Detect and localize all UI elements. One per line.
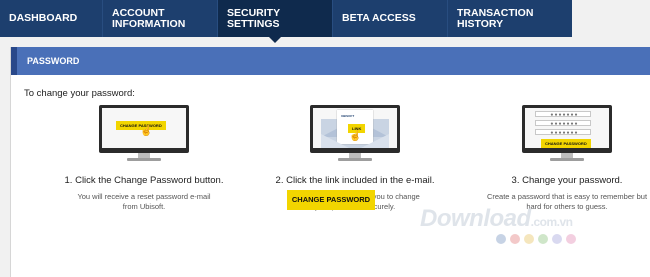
watermark-dot xyxy=(538,234,548,244)
monitor-illustration: UBISOFT LINK ☝ xyxy=(310,105,400,163)
tab-transaction-history[interactable]: TRANSACTION HISTORY xyxy=(448,0,572,37)
step-title: 2. Click the link included in the e-mail… xyxy=(275,175,435,186)
monitor-base xyxy=(550,158,584,161)
monitor-illustration: CHANGE PASSWORD ☝ xyxy=(99,105,189,163)
tab-dashboard[interactable]: DASHBOARD xyxy=(0,0,103,37)
screen-content: UBISOFT LINK ☝ xyxy=(313,108,397,148)
step-3: ●●●●●●● ●●●●●●● ●●●●●●● CHANGE PASSWORD … xyxy=(467,105,650,212)
watermark-dot xyxy=(552,234,562,244)
ubisoft-logo: UBISOFT xyxy=(341,114,355,118)
watermark-suffix: .com.vn xyxy=(530,215,573,229)
screen-content: CHANGE PASSWORD ☝ xyxy=(102,108,186,148)
illustration-password-field: ●●●●●●● xyxy=(535,129,591,136)
watermark-dots xyxy=(496,234,576,244)
step-1: CHANGE PASSWORD ☝ 1. Click the Change Pa… xyxy=(44,105,244,212)
watermark-dot xyxy=(496,234,506,244)
monitor-screen: CHANGE PASSWORD ☝ xyxy=(99,105,189,153)
tab-beta-access[interactable]: BETA ACCESS xyxy=(333,0,448,37)
tab-security-settings[interactable]: SECURITY SETTINGS xyxy=(218,0,333,43)
hand-cursor-icon: ☝ xyxy=(140,126,153,137)
tab-label: SECURITY SETTINGS xyxy=(227,6,280,30)
monitor-screen: UBISOFT LINK ☝ xyxy=(310,105,400,153)
change-password-button[interactable]: CHANGE PASSWORD xyxy=(287,190,375,210)
illustration-change-password-button: CHANGE PASSWORD xyxy=(541,139,591,148)
monitor-illustration: ●●●●●●● ●●●●●●● ●●●●●●● CHANGE PASSWORD xyxy=(522,105,612,163)
watermark-dot xyxy=(524,234,534,244)
illustration-password-field: ●●●●●●● xyxy=(535,120,591,127)
hand-cursor-icon: ☝ xyxy=(349,131,362,142)
monitor-base xyxy=(127,158,161,161)
tab-account-information[interactable]: ACCOUNT INFORMATION xyxy=(103,0,218,37)
intro-text: To change your password: xyxy=(24,88,135,99)
tab-label: TRANSACTION HISTORY xyxy=(457,6,534,30)
step-title: 1. Click the Change Password button. xyxy=(64,175,224,186)
panel-title: PASSWORD xyxy=(11,47,650,75)
watermark-dot xyxy=(510,234,520,244)
monitor-screen: ●●●●●●● ●●●●●●● ●●●●●●● CHANGE PASSWORD xyxy=(522,105,612,153)
step-title: 3. Change your password. xyxy=(511,175,623,186)
monitor-base xyxy=(338,158,372,161)
watermark-text: Download xyxy=(420,205,531,232)
tab-label: ACCOUNT INFORMATION xyxy=(112,6,186,30)
screen-content: ●●●●●●● ●●●●●●● ●●●●●●● CHANGE PASSWORD xyxy=(525,108,609,148)
top-navigation: DASHBOARD ACCOUNT INFORMATION SECURITY S… xyxy=(0,0,572,43)
step-description: You will receive a reset password e-mail… xyxy=(77,192,211,211)
tab-label: DASHBOARD xyxy=(9,12,78,24)
watermark-dot xyxy=(566,234,576,244)
illustration-password-field: ●●●●●●● xyxy=(535,111,591,118)
tab-label: BETA ACCESS xyxy=(342,12,416,24)
watermark-logo: Download.com.vn xyxy=(420,205,573,233)
